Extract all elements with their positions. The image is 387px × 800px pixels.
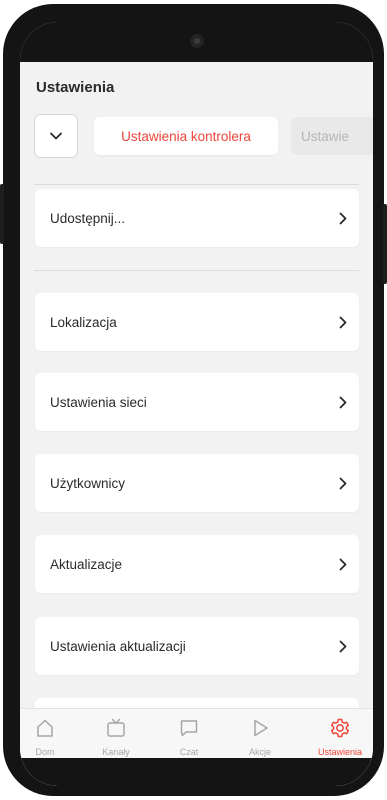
settings-item-updates[interactable]: Aktualizacje: [35, 535, 359, 593]
expand-dropdown-button[interactable]: [34, 114, 78, 158]
phone-frame: Ustawienia Ustawienia kontrolera Ustawie…: [0, 4, 387, 796]
chip-label: Ustawienia kontrolera: [121, 128, 251, 144]
tab-label: Czat: [179, 747, 199, 757]
chevron-right-icon: [339, 640, 347, 653]
chevron-right-icon: [339, 477, 347, 490]
gear-icon: [329, 717, 351, 744]
chevron-right-icon: [339, 558, 347, 571]
page-title: Ustawienia: [36, 79, 115, 96]
share-item[interactable]: Udostępnij...: [35, 189, 359, 247]
play-icon: [249, 717, 271, 744]
chip-controller-settings[interactable]: Ustawienia kontrolera: [94, 117, 278, 155]
chevron-down-icon: [50, 127, 62, 145]
settings-item-label: Aktualizacje: [50, 556, 123, 572]
settings-item-label: Użytkownicy: [50, 475, 126, 491]
chevron-right-icon: [339, 396, 347, 409]
chip-label: Ustawie: [301, 128, 350, 144]
tab-label: Ustawienia: [317, 747, 363, 757]
tab-settings[interactable]: Ustawienia: [308, 717, 372, 757]
power-button: [383, 204, 387, 284]
settings-item-network[interactable]: Ustawienia sieci: [35, 373, 359, 431]
chevron-right-icon: [339, 316, 347, 329]
tab-chat[interactable]: Czat: [157, 717, 221, 757]
chip-settings[interactable]: Ustawie: [291, 117, 373, 155]
settings-item-label: Ustawienia aktualizacji: [50, 638, 186, 654]
tab-label: Dom: [35, 747, 55, 757]
home-icon: [34, 717, 56, 744]
tab-label: Akcje: [248, 747, 271, 757]
tab-home[interactable]: Dom: [20, 717, 77, 757]
tv-icon: [105, 717, 127, 744]
settings-item-label: Lokalizacja: [50, 314, 117, 330]
status-bar: [20, 22, 373, 62]
volume-button: [0, 184, 4, 244]
settings-item-update-settings[interactable]: Ustawienia aktualizacji: [35, 617, 359, 675]
filter-row: Ustawienia kontrolera Ustawie: [20, 114, 373, 162]
tab-channels[interactable]: Kanały: [84, 717, 148, 757]
chat-icon: [178, 717, 200, 744]
tab-label: Kanały: [102, 747, 130, 757]
tab-actions[interactable]: Akcje: [228, 717, 292, 757]
share-item-label: Udostępnij...: [50, 210, 126, 226]
home-indicator-area: [20, 758, 373, 786]
divider: [34, 270, 359, 271]
divider: [34, 184, 359, 185]
settings-item-location[interactable]: Lokalizacja: [35, 293, 359, 351]
settings-item-users[interactable]: Użytkownicy: [35, 454, 359, 512]
chevron-right-icon: [339, 212, 347, 225]
camera-icon: [190, 34, 204, 48]
settings-item-label: Ustawienia sieci: [50, 394, 147, 410]
screen: Ustawienia Ustawienia kontrolera Ustawie…: [20, 22, 373, 786]
